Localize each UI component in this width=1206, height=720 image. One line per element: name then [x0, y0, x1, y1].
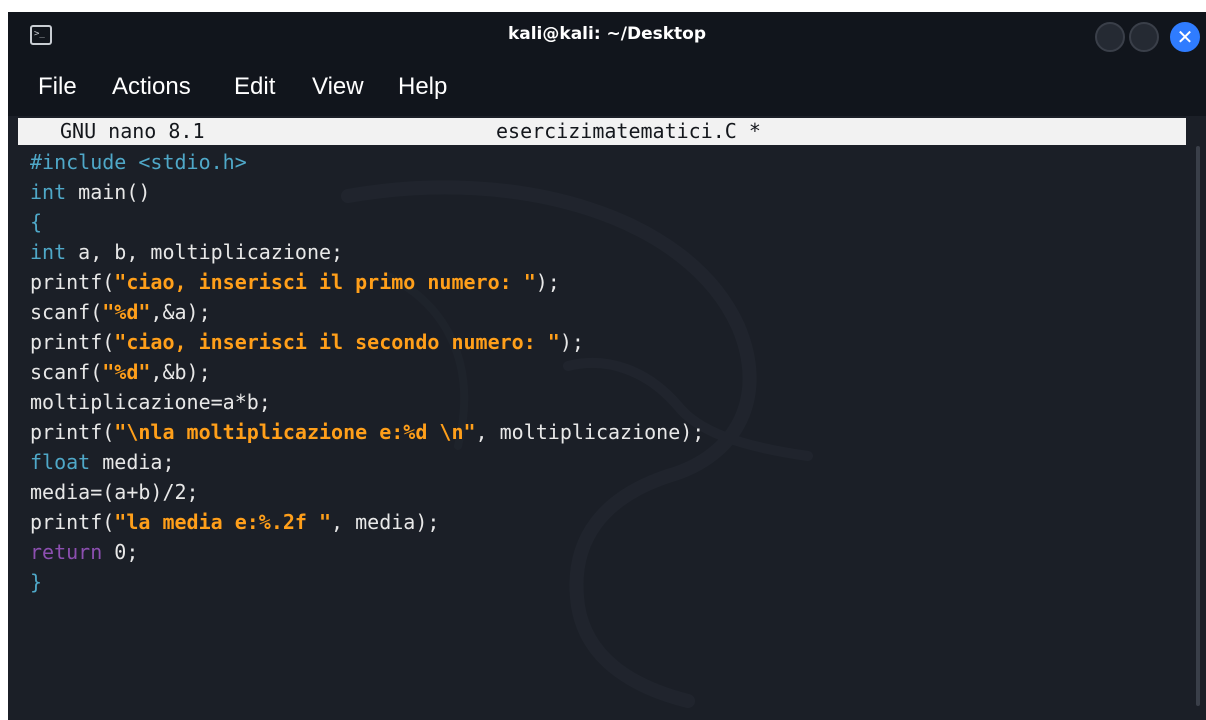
menu-actions[interactable]: Actions — [108, 71, 195, 103]
menu-view[interactable]: View — [308, 71, 368, 103]
scrollbar[interactable] — [1192, 116, 1204, 720]
menu-bar: File Actions Edit View Help — [8, 60, 1206, 116]
code-token: int — [30, 180, 67, 204]
code-line: #include <stdio.h> — [30, 147, 704, 177]
code-line: return 0; — [30, 537, 704, 567]
code-string: "%d" — [102, 300, 151, 324]
code-line: printf("ciao, inserisci il primo numero:… — [30, 267, 704, 297]
code-line: } — [30, 567, 704, 597]
code-line: printf("la media e:%.2f ", media); — [30, 507, 704, 537]
code-token: media; — [90, 450, 175, 474]
code-token: } — [30, 570, 43, 594]
code-token: , media); — [331, 510, 440, 534]
code-string: "ciao, inserisci il primo numero: " — [114, 270, 536, 294]
nano-version: GNU nano 8.1 — [60, 119, 205, 143]
title-bar[interactable]: >_ kali@kali: ~/Desktop ✕ — [8, 12, 1206, 60]
menu-help[interactable]: Help — [394, 71, 451, 103]
code-token: int — [30, 240, 67, 264]
window-title: kali@kali: ~/Desktop — [507, 24, 707, 44]
code-token: float — [30, 450, 91, 474]
code-token: printf( — [30, 330, 115, 354]
minimize-icon[interactable] — [1095, 22, 1125, 52]
menu-file[interactable]: File — [34, 71, 81, 103]
code-string: "\nla moltiplicazione e:%d \n" — [114, 420, 476, 444]
code-editor[interactable]: #include <stdio.h> int main() { int a, b… — [30, 147, 704, 597]
code-string: "la media e:%.2f " — [114, 510, 332, 534]
code-line: moltiplicazione=a*b; — [30, 387, 704, 417]
code-line: int main() — [30, 177, 704, 207]
code-line: float media; — [30, 447, 704, 477]
code-token: ,&a); — [150, 300, 211, 324]
code-line: { — [30, 207, 704, 237]
code-token: moltiplicazione=a*b; — [30, 390, 271, 414]
code-line: int a, b, moltiplicazione; — [30, 237, 704, 267]
code-token: printf( — [30, 420, 115, 444]
terminal-window: >_ kali@kali: ~/Desktop ✕ File Actions E… — [8, 12, 1206, 720]
code-token: ); — [535, 270, 560, 294]
code-token: ); — [559, 330, 584, 354]
menu-edit[interactable]: Edit — [230, 71, 279, 103]
terminal-area[interactable]: GNU nano 8.1 esercizimatematici.C * #inc… — [8, 116, 1206, 720]
nano-filename: esercizimatematici.C * — [496, 119, 761, 143]
code-token: ,&b); — [150, 360, 211, 384]
close-icon[interactable]: ✕ — [1170, 22, 1200, 52]
scroll-thumb[interactable] — [1196, 146, 1200, 706]
code-token: , moltiplicazione); — [475, 420, 705, 444]
code-line: printf("\nla moltiplicazione e:%d \n", m… — [30, 417, 704, 447]
code-token: scanf( — [30, 360, 103, 384]
maximize-icon[interactable] — [1129, 22, 1159, 52]
code-line: scanf("%d",&b); — [30, 357, 704, 387]
code-token: printf( — [30, 270, 115, 294]
code-token: #include <stdio.h> — [30, 150, 247, 174]
code-token: a, b, moltiplicazione; — [66, 240, 344, 264]
code-string: "%d" — [102, 360, 151, 384]
code-token: return — [30, 540, 103, 564]
code-token: scanf( — [30, 300, 103, 324]
code-line: printf("ciao, inserisci il secondo numer… — [30, 327, 704, 357]
code-string: "ciao, inserisci il secondo numero: " — [114, 330, 560, 354]
code-token: media=(a+b)/2; — [30, 480, 199, 504]
code-token: { — [30, 210, 43, 234]
code-token: main() — [66, 180, 151, 204]
code-token: 0; — [102, 540, 139, 564]
code-string: printf( — [30, 510, 115, 534]
code-line: media=(a+b)/2; — [30, 477, 704, 507]
nano-header: GNU nano 8.1 esercizimatematici.C * — [18, 118, 1186, 145]
code-line: scanf("%d",&a); — [30, 297, 704, 327]
